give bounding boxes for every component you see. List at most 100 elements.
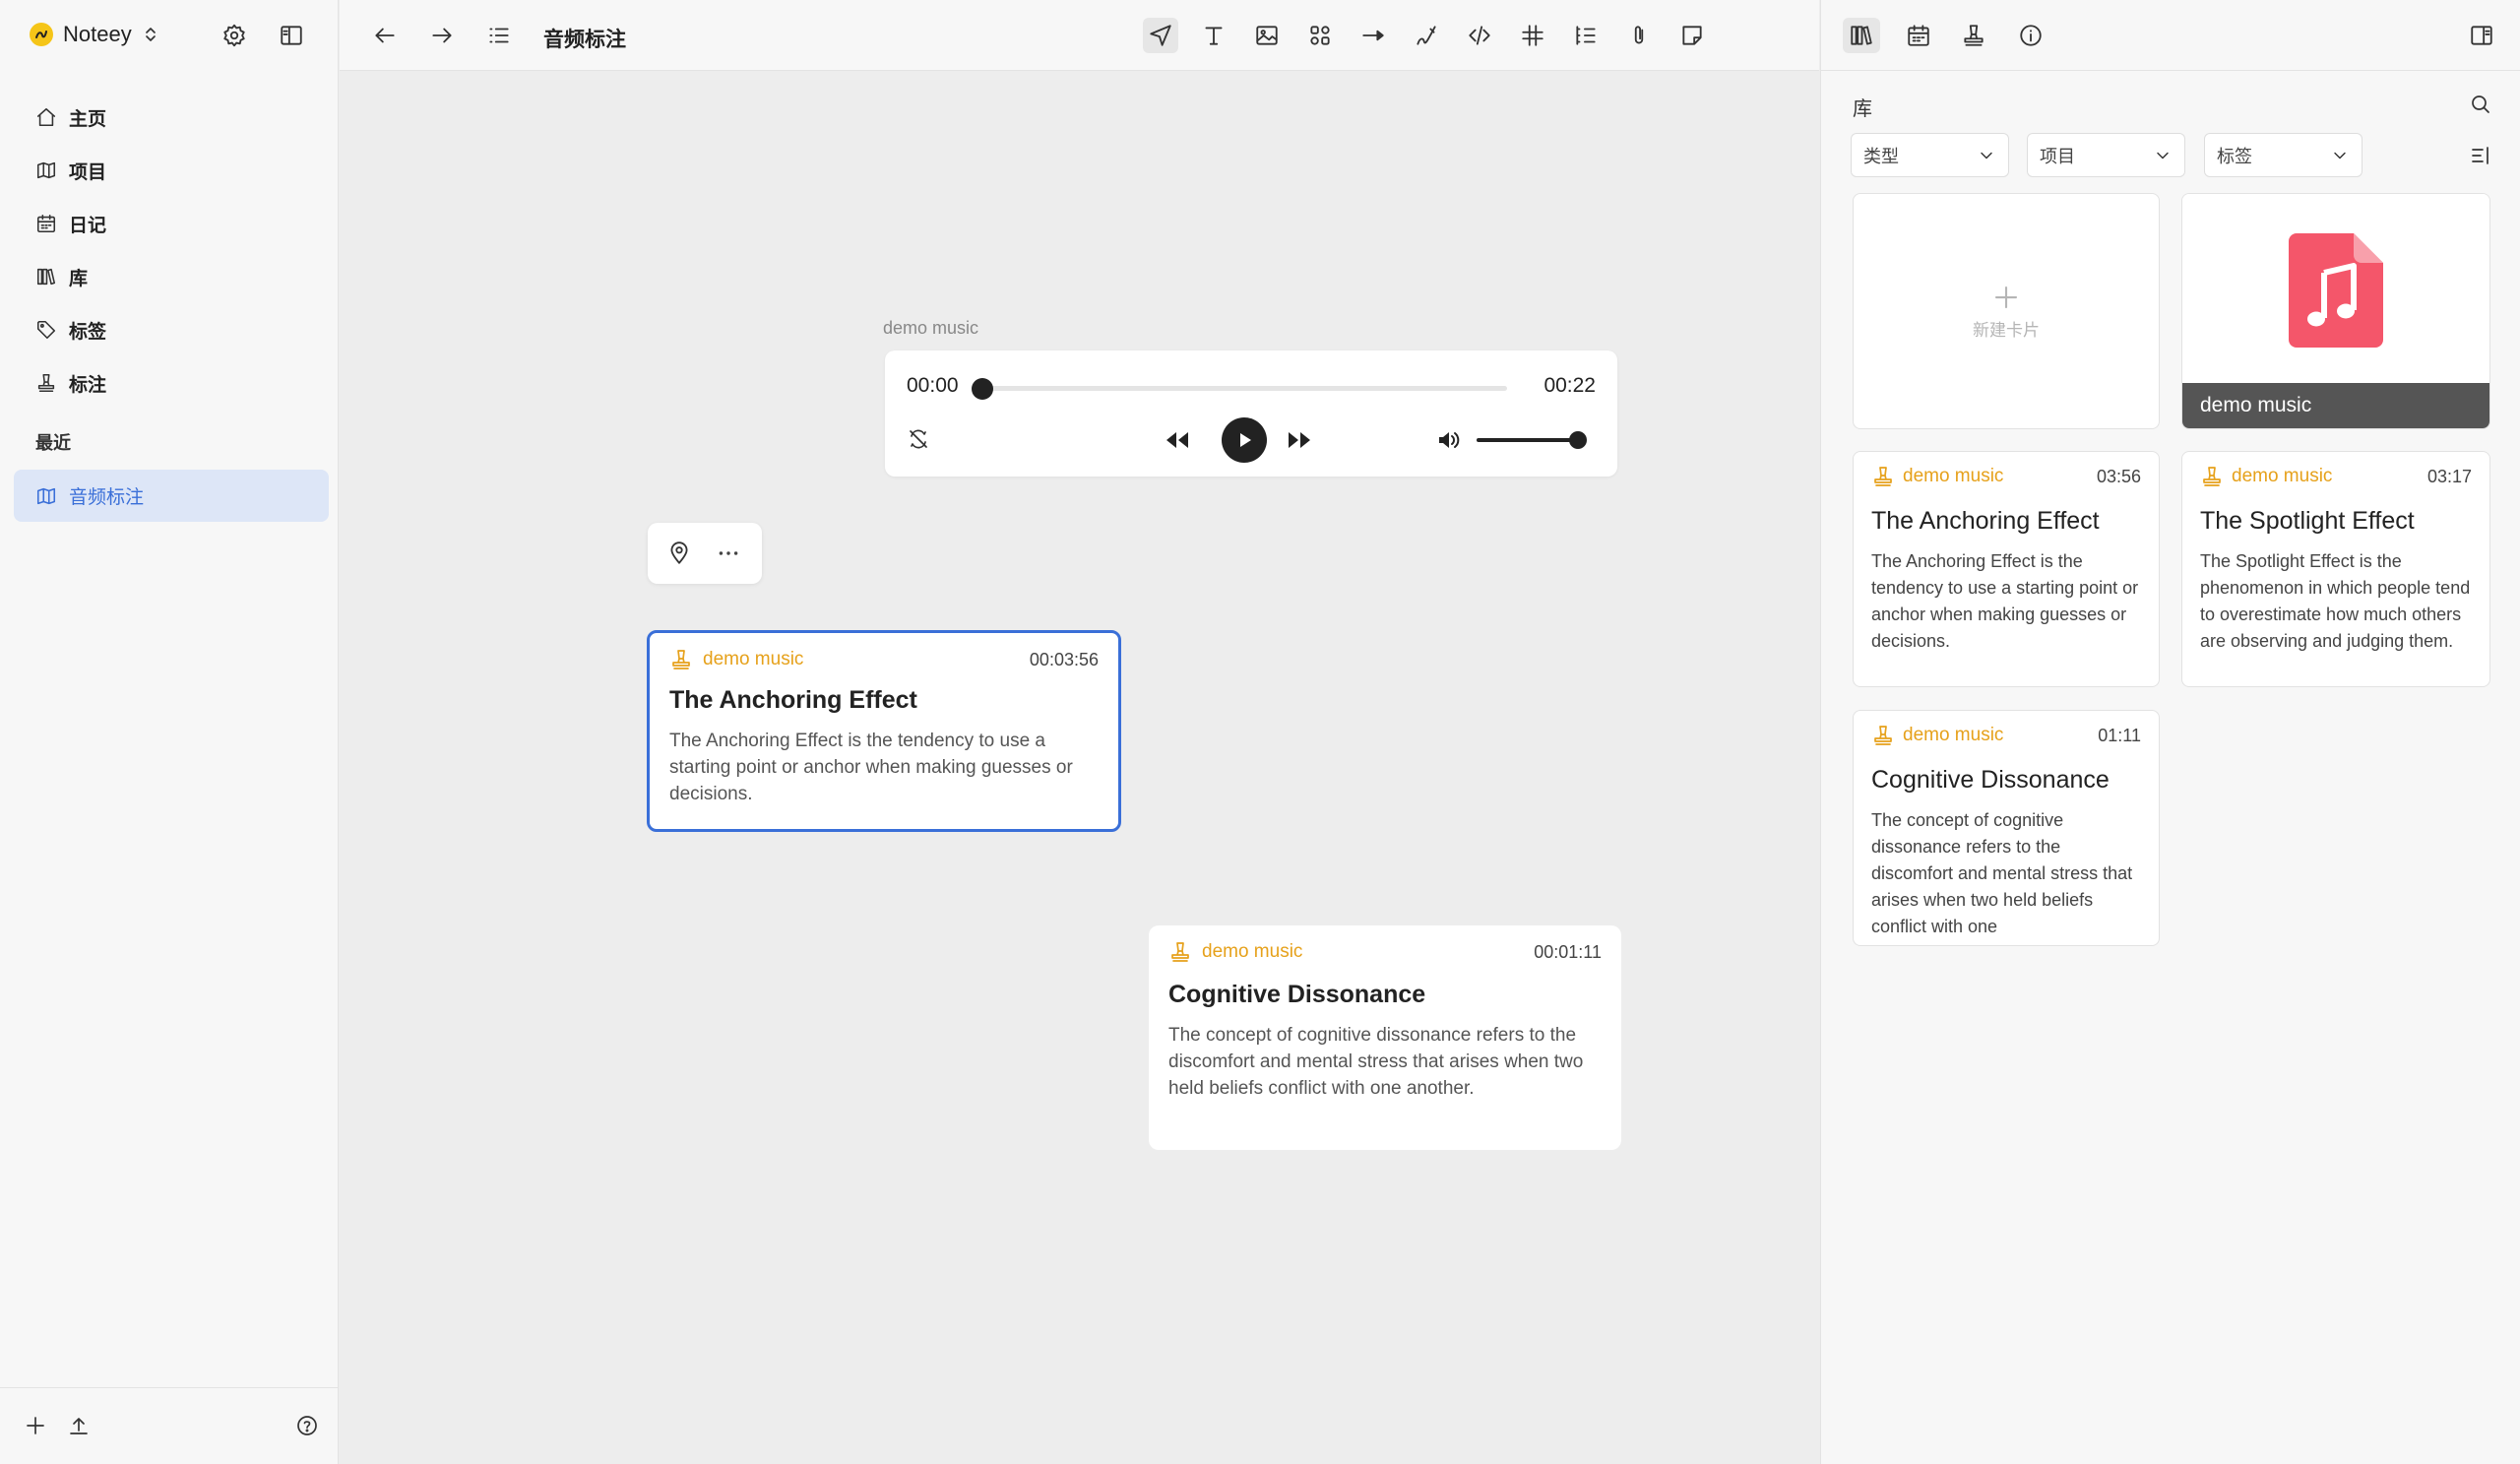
attachment-tool-button[interactable] bbox=[1621, 18, 1657, 53]
image-tool-button[interactable] bbox=[1249, 18, 1285, 53]
sidebar-item-tags[interactable]: 标签 bbox=[22, 303, 329, 356]
volume-handle[interactable] bbox=[1569, 431, 1587, 449]
volume-track[interactable] bbox=[1477, 438, 1579, 442]
sidebar-item-label: 标签 bbox=[69, 321, 107, 343]
sticky-note-icon bbox=[1682, 26, 1702, 45]
media-caption: demo music bbox=[2182, 383, 2489, 428]
tab-calendar[interactable] bbox=[1900, 18, 1937, 53]
progress-track[interactable] bbox=[979, 386, 1507, 391]
import-button[interactable] bbox=[63, 1410, 94, 1441]
rewind-button[interactable] bbox=[1161, 423, 1194, 457]
sidebar-item-journal[interactable]: 日记 bbox=[22, 197, 329, 250]
annotation-note-card[interactable]: demo music 00:03:56 The Anchoring Effect… bbox=[647, 630, 1121, 832]
filter-label: 标签 bbox=[2217, 146, 2252, 166]
card-body: The Spotlight Effect is the phenomenon i… bbox=[2200, 551, 2471, 651]
arrow-right-line-icon bbox=[1362, 30, 1384, 41]
code-tool-button[interactable] bbox=[1462, 18, 1497, 53]
text-icon bbox=[1205, 27, 1223, 45]
note-timestamp[interactable]: 00:01:11 bbox=[1534, 942, 1602, 963]
filter-project-select[interactable]: 项目 bbox=[2027, 133, 2185, 177]
connector-tool-button[interactable] bbox=[1355, 18, 1391, 53]
media-card[interactable]: demo music bbox=[2181, 193, 2490, 429]
tag-icon bbox=[36, 320, 56, 340]
right-panel-tabs bbox=[1821, 0, 2520, 71]
library-search-button[interactable] bbox=[2465, 89, 2496, 120]
more-options-button[interactable] bbox=[713, 538, 744, 569]
chevron-up-down-icon bbox=[144, 25, 158, 44]
annotation-note-card[interactable]: demo music 00:01:11 Cognitive Dissonance… bbox=[1149, 925, 1621, 1150]
tree-icon bbox=[1576, 26, 1596, 45]
tab-info[interactable] bbox=[2012, 18, 2049, 53]
duration: 00:22 bbox=[1544, 374, 1596, 397]
stamp-icon bbox=[1964, 25, 1984, 46]
tab-library[interactable] bbox=[1843, 18, 1880, 53]
top-toolbar: 音频标注 bbox=[340, 0, 1819, 71]
toggle-right-panel-button[interactable] bbox=[2463, 18, 2500, 53]
calendar-icon bbox=[36, 214, 56, 233]
select-tool-button[interactable] bbox=[1143, 18, 1178, 53]
sidebar-item-projects[interactable]: 项目 bbox=[22, 144, 329, 197]
sidebar-layout-icon bbox=[281, 26, 302, 45]
workspace-switcher[interactable]: Noteey bbox=[30, 18, 158, 51]
back-button[interactable] bbox=[367, 18, 403, 53]
sidebar-item-label: 项目 bbox=[69, 161, 107, 183]
library-heading: 库 bbox=[1853, 98, 1872, 120]
sticky-note-tool-button[interactable] bbox=[1674, 18, 1710, 53]
text-tool-button[interactable] bbox=[1196, 18, 1231, 53]
loop-button[interactable] bbox=[903, 423, 934, 455]
note-timestamp[interactable]: 00:03:56 bbox=[1030, 650, 1099, 670]
recent-item-label: 音频标注 bbox=[69, 487, 145, 508]
calendar-icon bbox=[1908, 25, 1929, 46]
library-card[interactable]: demo music 03:56 The Anchoring Effect Th… bbox=[1853, 451, 2160, 687]
hash-icon bbox=[1522, 25, 1544, 46]
card-body: The Anchoring Effect is the tendency to … bbox=[1871, 551, 2139, 651]
sidebar-item-label: 日记 bbox=[69, 215, 107, 236]
toggle-sidebar-button[interactable] bbox=[276, 20, 307, 51]
code-icon bbox=[1469, 26, 1490, 45]
grid-shapes-icon bbox=[1310, 26, 1330, 45]
outline-button[interactable] bbox=[481, 18, 517, 53]
page-title: 音频标注 bbox=[543, 29, 626, 51]
sidebar-item-library[interactable]: 库 bbox=[22, 250, 329, 303]
forward-button[interactable] bbox=[424, 18, 460, 53]
add-button[interactable] bbox=[20, 1410, 51, 1441]
card-source[interactable]: demo music bbox=[1903, 466, 2003, 487]
sidebar-item-annotations[interactable]: 标注 bbox=[22, 356, 329, 410]
note-source[interactable]: demo music bbox=[1202, 941, 1302, 963]
locate-button[interactable] bbox=[663, 538, 695, 569]
filter-type-select[interactable]: 类型 bbox=[1851, 133, 2009, 177]
help-button[interactable] bbox=[291, 1410, 323, 1441]
frame-tool-button[interactable] bbox=[1515, 18, 1550, 53]
card-timestamp: 03:56 bbox=[2096, 466, 2141, 486]
card-source[interactable]: demo music bbox=[2232, 466, 2332, 487]
new-card-button[interactable]: 新建卡片 bbox=[1853, 193, 2160, 429]
current-time: 00:00 bbox=[907, 374, 959, 397]
filter-tag-select[interactable]: 标签 bbox=[2204, 133, 2362, 177]
library-card[interactable]: demo music 01:11 Cognitive Dissonance Th… bbox=[1853, 710, 2160, 946]
component-tool-button[interactable] bbox=[1302, 18, 1338, 53]
volume-button[interactable] bbox=[1432, 423, 1466, 457]
sidebar-item-home[interactable]: 主页 bbox=[22, 91, 329, 144]
library-card[interactable]: demo music 03:17 The Spotlight Effect Th… bbox=[2181, 451, 2490, 687]
gear-icon bbox=[223, 24, 245, 47]
play-button[interactable] bbox=[1222, 417, 1267, 463]
music-file-icon bbox=[2289, 233, 2383, 348]
settings-button[interactable] bbox=[219, 20, 250, 51]
tab-annotations[interactable] bbox=[1955, 18, 1992, 53]
volume-icon bbox=[1439, 432, 1460, 448]
sidebar-item-label: 主页 bbox=[69, 108, 107, 130]
rewind-icon bbox=[1166, 432, 1188, 448]
media-thumbnail bbox=[2182, 194, 2489, 387]
arrow-right-icon bbox=[432, 28, 452, 43]
pen-tool-button[interactable] bbox=[1409, 18, 1444, 53]
sort-button[interactable] bbox=[2465, 140, 2496, 171]
fast-forward-button[interactable] bbox=[1283, 423, 1316, 457]
stamp-icon bbox=[2203, 467, 2221, 486]
whiteboard-canvas[interactable]: demo music 00:00 00:22 demo music 00:03:… bbox=[340, 72, 1819, 1464]
card-body: The concept of cognitive dissonance refe… bbox=[1871, 810, 2133, 936]
card-source[interactable]: demo music bbox=[1903, 725, 2003, 746]
mindmap-tool-button[interactable] bbox=[1568, 18, 1604, 53]
recent-item-audio-annotation[interactable]: 音频标注 bbox=[14, 470, 329, 522]
note-source[interactable]: demo music bbox=[703, 649, 803, 670]
progress-handle[interactable] bbox=[972, 378, 993, 400]
